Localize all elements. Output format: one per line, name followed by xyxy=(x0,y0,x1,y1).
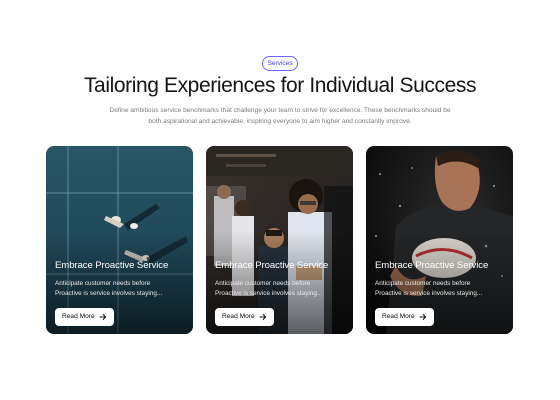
read-more-button[interactable]: Read More xyxy=(215,308,274,326)
read-more-button[interactable]: Read More xyxy=(375,308,434,326)
section-subtitle: Define ambitious service benchmarks that… xyxy=(90,106,470,127)
read-more-label: Read More xyxy=(222,313,255,320)
arrow-right-icon xyxy=(99,314,107,320)
subtitle-line: Define ambitious service benchmarks that… xyxy=(109,107,451,114)
card-description-line: Anticipate customer needs before xyxy=(215,280,311,287)
arrow-right-icon xyxy=(259,314,267,320)
card-image-rugby-player xyxy=(366,146,513,334)
card-description-line: Anticipate customer needs before xyxy=(375,280,471,287)
service-card: Embrace Proactive Service Anticipate cus… xyxy=(366,146,513,334)
card-title: Embrace Proactive Service xyxy=(375,260,489,271)
read-more-label: Read More xyxy=(382,313,415,320)
service-card: Embrace Proactive Service Anticipate cus… xyxy=(206,146,353,334)
service-card: Embrace Proactive Service Anticipate cus… xyxy=(46,146,193,334)
card-image-tennis-court xyxy=(46,146,193,334)
card-description: Anticipate customer needs before Proacti… xyxy=(55,279,183,299)
card-title: Embrace Proactive Service xyxy=(215,260,329,271)
services-badge: Services xyxy=(262,56,298,71)
read-more-button[interactable]: Read More xyxy=(55,308,114,326)
section-title: Tailoring Experiences for Individual Suc… xyxy=(83,74,477,97)
card-description-line: Proactive is service involves staying... xyxy=(55,290,163,297)
card-description-line: Proactive is service involves staying... xyxy=(375,290,483,297)
card-title: Embrace Proactive Service xyxy=(55,260,169,271)
arrow-right-icon xyxy=(419,314,427,320)
services-section: Services Tailoring Experiences for Indiv… xyxy=(0,0,560,400)
card-description: Anticipate customer needs before Proacti… xyxy=(375,279,503,299)
read-more-label: Read More xyxy=(62,313,95,320)
card-description-line: Proactive is service involves staying... xyxy=(215,290,323,297)
card-image-office-team xyxy=(206,146,353,334)
card-description-line: Anticipate customer needs before xyxy=(55,280,151,287)
card-description: Anticipate customer needs before Proacti… xyxy=(215,279,343,299)
subtitle-line: both aspirational and achievable, inspir… xyxy=(148,117,412,125)
